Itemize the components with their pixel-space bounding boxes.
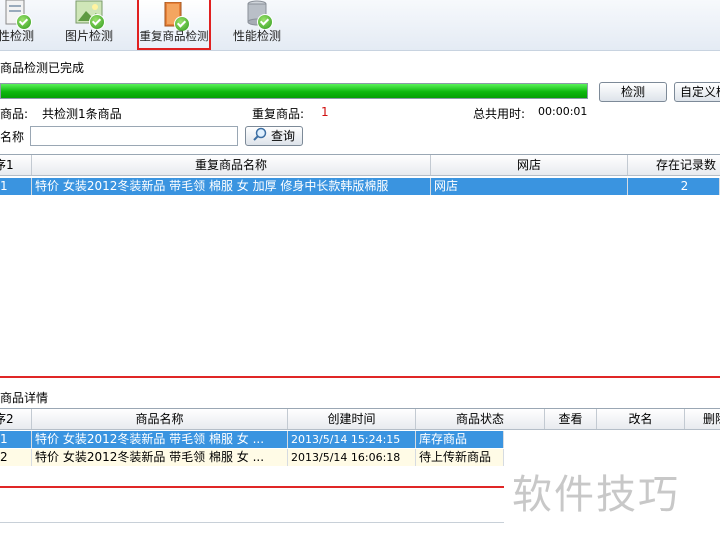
book-check-icon	[160, 1, 190, 32]
row-record-count: 2	[628, 178, 720, 195]
detail-grid-header: 序2 商品名称 创建时间 商品状态 查看 改名 删除	[0, 409, 720, 430]
row-created-time: 2013/5/14 15:24:15	[288, 431, 416, 448]
row-goods-status: 库存商品	[416, 431, 504, 448]
col-index[interactable]: 序1	[0, 155, 32, 175]
col-shop[interactable]: 网店	[431, 155, 628, 175]
toolbar-button-performance-check[interactable]: 性能检测	[230, 0, 284, 48]
progress-bar	[0, 83, 588, 99]
goods-value: 共检测1条商品	[42, 107, 122, 121]
status-done-text: 商品检测已完成	[0, 61, 85, 75]
col-record-count[interactable]: 存在记录数	[628, 155, 720, 175]
search-button-label: 查询	[270, 129, 295, 143]
col-delete[interactable]: 删除	[685, 409, 720, 429]
goods-label: 商品:	[0, 107, 29, 121]
progress-fill	[1, 84, 587, 98]
toolbar-button-picture-check[interactable]: 图片检测	[62, 0, 116, 48]
col-view[interactable]: 查看	[545, 409, 597, 429]
duplicate-grid-header: 序1 重复商品名称 网店 存在记录数	[0, 155, 720, 176]
time-label: 总共用时:	[473, 107, 526, 121]
col-goods-status[interactable]: 商品状态	[416, 409, 545, 429]
table-row[interactable]: 2 特价 女装2012冬装新品 带毛领 棉服 女 ... 2013/5/14 1…	[0, 449, 504, 466]
duplicate-grid: 序1 重复商品名称 网店 存在记录数 1 特价 女装2012冬装新品 带毛领 棉…	[0, 154, 720, 375]
detect-button[interactable]: 检测	[599, 82, 667, 102]
toolbar-label: 性检测	[0, 29, 34, 43]
row-index: 1	[0, 178, 32, 195]
row-goods-name: 特价 女装2012冬装新品 带毛领 棉服 女 ...	[32, 431, 288, 448]
row-duplicate-name: 特价 女装2012冬装新品 带毛领 棉服 女 加厚 修身中长款韩版棉服	[32, 178, 431, 195]
toolbar-button-attribute-check[interactable]: 性检测	[0, 0, 40, 48]
search-button[interactable]: 查询	[245, 126, 303, 146]
search-input[interactable]	[30, 126, 238, 146]
bottom-divider	[0, 522, 504, 523]
col-goods-name[interactable]: 商品名称	[32, 409, 288, 429]
table-row[interactable]: 1 特价 女装2012冬装新品 带毛领 棉服 女 ... 2013/5/14 1…	[0, 431, 504, 448]
server-check-icon	[243, 0, 273, 30]
detail-title: 商品详情	[0, 391, 49, 405]
magnifier-icon	[253, 127, 267, 145]
row-created-time: 2013/5/14 16:06:18	[288, 449, 416, 466]
row-goods-name: 特价 女装2012冬装新品 带毛领 棉服 女 ...	[32, 449, 288, 466]
toolbar-label: 性能检测	[232, 29, 281, 43]
col-rename[interactable]: 改名	[597, 409, 685, 429]
highlight-top	[0, 376, 720, 378]
table-row[interactable]: 1 特价 女装2012冬装新品 带毛领 棉服 女 加厚 修身中长款韩版棉服 网店…	[0, 178, 720, 195]
watermark-text: 软件技巧	[512, 472, 680, 518]
col-index[interactable]: 序2	[0, 409, 32, 429]
duplicate-count: 1	[321, 105, 329, 119]
toolbar-button-duplicate-check[interactable]: 重复商品检测	[137, 0, 211, 50]
col-created-time[interactable]: 创建时间	[288, 409, 416, 429]
highlight-bottom	[0, 486, 504, 488]
custom-detect-button[interactable]: 自定义检	[674, 82, 720, 102]
row-index: 2	[0, 449, 32, 466]
search-label: 名称	[0, 130, 25, 144]
row-shop: 网店	[431, 178, 628, 195]
col-duplicate-name[interactable]: 重复商品名称	[32, 155, 431, 175]
time-value: 00:00:01	[538, 105, 588, 118]
duplicate-label: 重复商品:	[252, 107, 305, 121]
picture-check-icon	[75, 0, 105, 30]
document-check-icon	[2, 0, 32, 30]
toolbar-label: 图片检测	[64, 29, 113, 43]
toolbar-label: 重复商品检测	[139, 29, 209, 43]
row-index: 1	[0, 431, 32, 448]
row-goods-status: 待上传新商品	[416, 449, 504, 466]
